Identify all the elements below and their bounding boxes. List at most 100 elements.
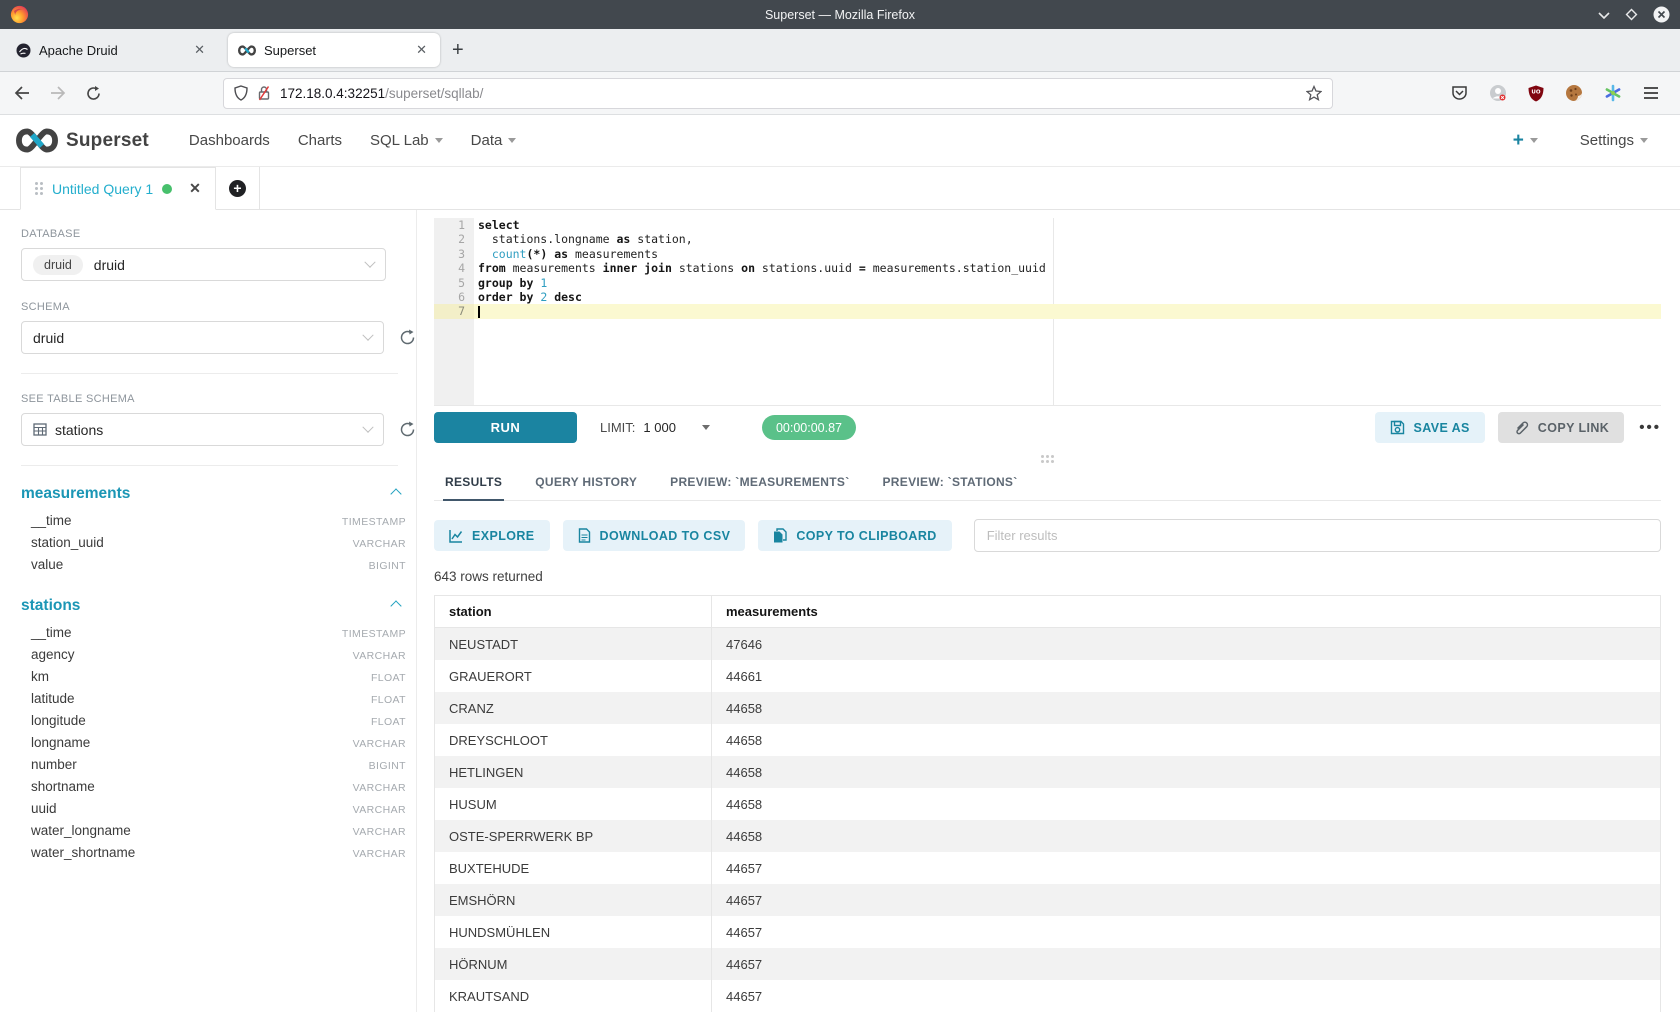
- chevron-down-icon: [508, 138, 516, 143]
- column-row: agencyVARCHAR: [21, 647, 406, 669]
- menu-hamburger-icon[interactable]: [1643, 86, 1659, 100]
- extension-asterisk-icon[interactable]: [1604, 84, 1622, 102]
- chevron-up-icon[interactable]: [390, 600, 401, 611]
- tab-close-icon[interactable]: ✕: [413, 42, 430, 58]
- chevron-down-icon: [1640, 138, 1648, 143]
- table-header-row: stationmeasurements: [435, 596, 1660, 628]
- table-row: HÖRNUM44657: [435, 948, 1660, 980]
- save-icon: [1390, 420, 1405, 435]
- refresh-tables-icon[interactable]: [399, 421, 416, 438]
- window-close-icon[interactable]: [1653, 6, 1670, 23]
- schema-section-header[interactable]: measurements: [21, 485, 400, 503]
- refresh-schema-icon[interactable]: [399, 329, 416, 346]
- column-row: numberBIGINT: [21, 757, 406, 779]
- cell-station: HUNDSMÜHLEN: [435, 925, 711, 940]
- settings-menu[interactable]: Settings: [1580, 132, 1648, 149]
- column-header-station[interactable]: station: [435, 604, 711, 619]
- limit-dropdown[interactable]: LIMIT: 1 000: [600, 420, 710, 435]
- file-icon: [578, 528, 591, 543]
- back-icon[interactable]: [14, 86, 30, 100]
- pocket-icon[interactable]: [1451, 85, 1468, 101]
- query-tab-untitled-1[interactable]: Untitled Query 1 ✕: [20, 167, 216, 210]
- table-schema-label: SEE TABLE SCHEMA: [21, 393, 416, 405]
- column-row: longitudeFLOAT: [21, 713, 406, 735]
- cookie-icon[interactable]: [1565, 84, 1583, 102]
- query-tab-title: Untitled Query 1: [52, 181, 153, 197]
- code-line-1: 1select: [434, 218, 1661, 232]
- query-tab-close-icon[interactable]: ✕: [189, 180, 201, 197]
- table-icon: [33, 423, 47, 436]
- sql-code-editor[interactable]: 1select2 stations.longname as station,3 …: [434, 218, 1661, 405]
- results-tab-preview-stations[interactable]: PREVIEW: `STATIONS`: [881, 466, 1020, 501]
- schema-section-header[interactable]: stations: [21, 597, 400, 615]
- download-to-csv-label: DOWNLOAD TO CSV: [600, 529, 731, 543]
- nav-item-dashboards[interactable]: Dashboards: [175, 132, 284, 149]
- superset-navbar: Superset DashboardsCharts SQL Lab Data + S…: [0, 115, 1680, 167]
- table-select[interactable]: stations: [21, 413, 384, 446]
- url-field[interactable]: 172.18.0.4:32251/superset/sqllab/: [223, 78, 1333, 109]
- add-new-button[interactable]: +: [1513, 130, 1538, 152]
- window-maximize-icon[interactable]: [1625, 8, 1638, 21]
- copy-to-clipboard-button[interactable]: COPY TO CLIPBOARD: [758, 520, 951, 551]
- chevron-up-icon[interactable]: [390, 488, 401, 499]
- druid-favicon: [16, 43, 31, 58]
- save-as-button[interactable]: SAVE AS: [1375, 412, 1485, 443]
- nav-item-sql-lab[interactable]: SQL Lab: [356, 132, 457, 149]
- download-to-csv-button[interactable]: DOWNLOAD TO CSV: [563, 520, 746, 551]
- line-number: 7: [434, 304, 474, 318]
- shield-icon[interactable]: [234, 85, 248, 101]
- results-tab-query-history[interactable]: QUERY HISTORY: [533, 466, 639, 501]
- nav-item-charts[interactable]: Charts: [284, 132, 356, 149]
- navbar-items: DashboardsCharts SQL Lab Data: [175, 132, 530, 149]
- window-title: Superset — Mozilla Firefox: [0, 8, 1680, 22]
- copy-link-button[interactable]: COPY LINK: [1498, 412, 1624, 443]
- schema-select[interactable]: druid: [21, 321, 384, 354]
- more-options-icon[interactable]: •••: [1639, 419, 1661, 436]
- limit-value: 1 000: [643, 420, 676, 435]
- line-number: 2: [434, 232, 474, 246]
- filter-results-input[interactable]: [974, 519, 1661, 552]
- table-row: HUNDSMÜHLEN44657: [435, 916, 1660, 948]
- line-number: 3: [434, 247, 474, 261]
- pane-splitter-handle[interactable]: [1041, 455, 1054, 463]
- cell-measurements: 44661: [711, 660, 1660, 692]
- results-tab-results[interactable]: RESULTS: [443, 466, 504, 501]
- nav-item-data[interactable]: Data: [457, 132, 531, 149]
- drag-handle-icon[interactable]: [35, 182, 43, 195]
- insecure-lock-icon[interactable]: [257, 85, 271, 101]
- database-select[interactable]: druid druid: [21, 248, 386, 281]
- column-name: latitude: [31, 691, 371, 706]
- tab-close-icon[interactable]: ✕: [191, 42, 208, 58]
- cell-station: KRAUTSAND: [435, 989, 711, 1004]
- new-query-tab-button[interactable]: +: [216, 167, 260, 209]
- new-tab-button[interactable]: +: [440, 39, 476, 62]
- ublock-icon[interactable]: UO: [1528, 85, 1544, 102]
- reload-icon[interactable]: [86, 86, 101, 101]
- code-line-content: select: [474, 218, 1661, 232]
- explore-button[interactable]: EXPLORE: [434, 520, 550, 551]
- column-type: FLOAT: [371, 672, 406, 684]
- results-tab-preview-measurements[interactable]: PREVIEW: `MEASUREMENTS`: [668, 466, 851, 501]
- forward-icon[interactable]: [50, 86, 66, 100]
- superset-logo[interactable]: Superset: [16, 128, 149, 153]
- cell-measurements: 44658: [711, 756, 1660, 788]
- cell-measurements: 44657: [711, 852, 1660, 884]
- browser-tab-superset[interactable]: Superset ✕: [228, 33, 440, 67]
- nav-item-label: SQL Lab: [370, 132, 429, 149]
- column-type: TIMESTAMP: [342, 628, 406, 640]
- brand-name: Superset: [66, 130, 149, 152]
- column-type: VARCHAR: [353, 738, 406, 750]
- schema-value: druid: [33, 330, 364, 346]
- column-header-measurements[interactable]: measurements: [711, 596, 1660, 628]
- column-name: uuid: [31, 801, 353, 816]
- table-row: CRANZ44658: [435, 692, 1660, 724]
- window-minimize-icon[interactable]: [1598, 11, 1610, 19]
- browser-tab-apache-druid[interactable]: Apache Druid ✕: [6, 33, 218, 67]
- column-row: water_shortnameVARCHAR: [21, 845, 406, 867]
- bookmark-star-icon[interactable]: [1306, 85, 1322, 101]
- cell-station: DREYSCHLOOT: [435, 733, 711, 748]
- account-icon[interactable]: [1489, 84, 1507, 102]
- column-name: km: [31, 669, 371, 684]
- code-line-7: 7: [434, 304, 1661, 318]
- run-button[interactable]: RUN: [434, 412, 577, 443]
